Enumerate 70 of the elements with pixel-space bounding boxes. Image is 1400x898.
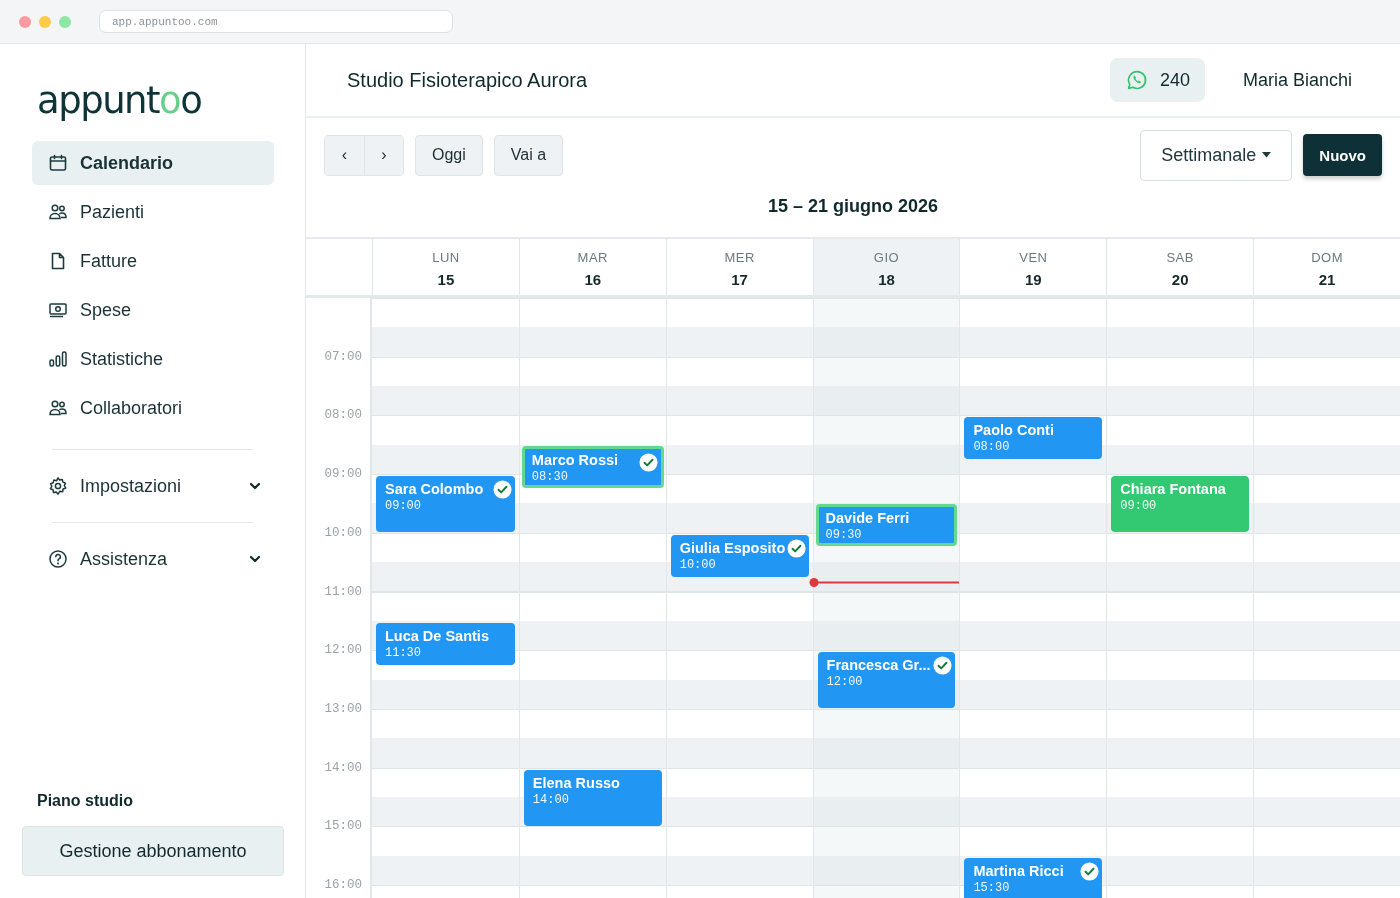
today-button[interactable]: Oggi [415, 134, 483, 176]
help-icon [48, 549, 68, 569]
new-button[interactable]: Nuovo [1303, 134, 1382, 176]
appointment-time: 09:00 [1120, 499, 1157, 514]
people-icon [48, 398, 68, 418]
patient-name: Chiara Fontana [1120, 480, 1226, 500]
hour-label: 08:00 [324, 408, 362, 423]
sidebar-item[interactable]: Collaboratori [32, 386, 274, 430]
close-window-dot[interactable] [19, 15, 31, 28]
view-dropdown[interactable]: Settimanale [1140, 129, 1293, 181]
sidebar-section[interactable]: Assistenza [32, 537, 274, 581]
whatsapp-counter[interactable]: 240 [1109, 58, 1205, 102]
sidebar-item[interactable]: Pazienti [32, 190, 274, 234]
day-header: MER 17 [665, 239, 813, 295]
people-icon [48, 202, 68, 222]
previous-button[interactable]: ‹ [325, 135, 364, 175]
hour-label: 12:00 [324, 643, 362, 658]
appointment-time: 12:00 [826, 675, 863, 690]
bar-chart-icon [48, 349, 68, 369]
plan-label: Piano studio [37, 792, 134, 810]
logo: appuntoo [37, 79, 203, 123]
calendar-icon [48, 153, 68, 173]
sidebar-item[interactable]: Calendario [32, 141, 274, 185]
sidebar-item[interactable]: Spese [32, 288, 274, 332]
patient-name: Giulia Esposito [679, 538, 786, 558]
go-to-button[interactable]: Vai a [493, 134, 564, 176]
appointment-time: 10:00 [679, 557, 716, 572]
hour-label: 10:00 [324, 525, 362, 540]
minimize-window-dot[interactable] [39, 15, 51, 28]
day-header: MAR 16 [518, 239, 666, 295]
date-range: 15 – 21 giugno 2026 [767, 195, 939, 217]
appointment-time: 08:00 [973, 440, 1010, 455]
sidebar-section[interactable]: Impostazioni [32, 464, 274, 508]
patient-name: Luca De Santis [385, 626, 489, 646]
hour-label: 07:00 [324, 349, 362, 364]
maximize-window-dot[interactable] [59, 15, 71, 28]
next-button[interactable]: › [364, 135, 403, 175]
patient-name: Marco Rossi [531, 450, 619, 470]
manage-subscription-button[interactable]: Gestione abbonamento [22, 826, 284, 876]
day-header: SAB 20 [1106, 239, 1254, 295]
patient-name: Paolo Conti [973, 421, 1054, 441]
appointment-time: 09:30 [825, 528, 862, 543]
user-name[interactable]: Maria Bianchi [1242, 69, 1352, 91]
appointment-time: 15:30 [973, 880, 1010, 895]
page-title: Studio Fisioterapico Aurora [347, 68, 589, 92]
day-header: GIO 18 [812, 239, 960, 295]
patient-name: Martina Ricci [973, 861, 1064, 881]
sidebar-item[interactable]: Fatture [32, 239, 274, 283]
patient-name: Elena Russo [532, 773, 620, 793]
appointment-time: 14:00 [532, 792, 569, 807]
hour-label: 16:00 [324, 878, 362, 892]
sidebar-item[interactable]: Statistiche [32, 337, 274, 381]
day-header: DOM 21 [1253, 239, 1400, 295]
patient-name: Sara Colombo [385, 480, 484, 500]
day-header: VEN 19 [959, 239, 1107, 295]
caret-icon [1262, 152, 1272, 158]
hour-label: 15:00 [324, 819, 362, 834]
chat-bubble-icon [1125, 69, 1148, 91]
patient-name: Francesca Gr... [826, 656, 931, 676]
settings-icon [48, 476, 68, 496]
appointment-time: 09:00 [385, 499, 421, 514]
appointment-time: 08:30 [531, 469, 568, 484]
day-header: LUN 15 [372, 239, 519, 295]
hour-label: 09:00 [324, 467, 362, 482]
banknote-icon [48, 300, 68, 320]
hour-label: 13:00 [324, 701, 362, 716]
appointment-time: 11:30 [385, 645, 421, 660]
hour-label: 11:00 [324, 584, 362, 599]
patient-name: Davide Ferri [825, 509, 910, 529]
hour-label: 14:00 [324, 760, 362, 775]
